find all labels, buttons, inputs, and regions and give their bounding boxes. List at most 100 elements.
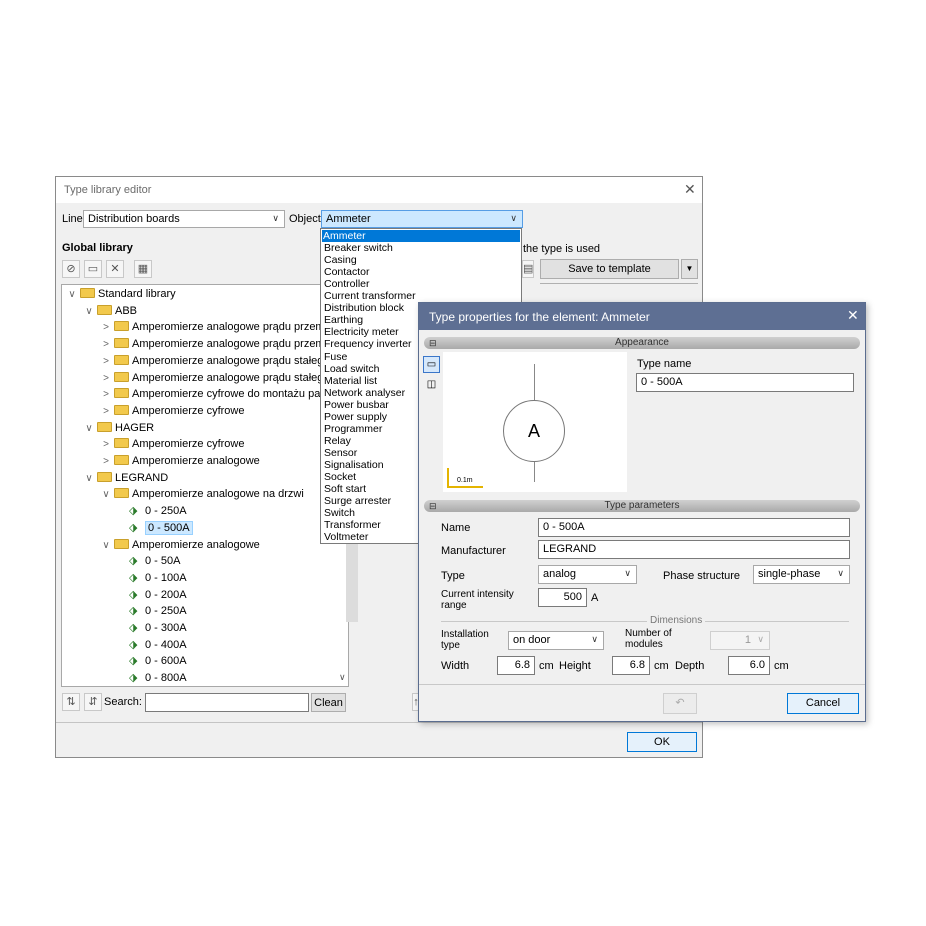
tree-folder-item[interactable]: > Amperomierze analogowe (100, 453, 260, 469)
save-to-template-button[interactable]: Save to template (540, 259, 679, 279)
close-icon[interactable]: ✕ (847, 307, 859, 324)
tree-folder-item[interactable]: ∨ Amperomierze analogowe na drzwi (100, 486, 304, 502)
collapse-icon[interactable]: ⊟ (429, 500, 437, 512)
scroll-down-icon[interactable]: ∨ (339, 672, 346, 683)
object-option[interactable]: Voltmeter (323, 531, 368, 543)
tree-type-item[interactable]: ⬗ 0 - 300A (117, 620, 187, 636)
tree-type-item[interactable]: ⬗ 0 - 100A (117, 570, 187, 586)
object-option[interactable]: Contactor (323, 266, 370, 278)
cancel-button[interactable]: Cancel (787, 693, 859, 714)
name-input[interactable]: 0 - 500A (538, 518, 850, 537)
new-folder-icon[interactable]: ▭ (84, 260, 102, 278)
object-option[interactable]: Material list (323, 375, 377, 387)
tree-folder-item[interactable]: ∨ Amperomierze analogowe (100, 537, 260, 553)
undo-icon[interactable]: ↶ (663, 693, 697, 714)
save-template-dropdown-icon[interactable]: ▼ (681, 259, 698, 279)
chevron-right-icon[interactable]: > (100, 337, 112, 353)
tree-folder-item[interactable]: > Amperomierze analogowe prądu przemienn (100, 319, 345, 335)
chevron-down-icon[interactable]: ∨ (100, 487, 112, 503)
object-option[interactable]: Electricity meter (323, 326, 399, 338)
tree-type-item[interactable]: ⬗ 0 - 250A (117, 503, 187, 519)
object-option[interactable]: Soft start (323, 483, 366, 495)
clean-button[interactable]: Clean (311, 693, 346, 712)
object-option[interactable]: Distribution block (323, 302, 404, 314)
tree-folder-item[interactable]: > Amperomierze analogowe prądu przemienn (100, 336, 345, 352)
object-option[interactable]: Network analyser (323, 387, 405, 399)
chevron-down-icon[interactable]: ∨ (83, 304, 95, 320)
tree-type-item[interactable]: ⬗ 0 - 800A (117, 670, 187, 686)
object-combobox[interactable]: Ammeter ∨ (321, 210, 523, 228)
object-option[interactable]: Transformer (323, 519, 381, 531)
object-option[interactable]: Power busbar (323, 399, 389, 411)
chevron-right-icon[interactable]: > (100, 437, 112, 453)
object-option[interactable]: Casing (323, 254, 357, 266)
tree-folder-item[interactable]: ∨ Standard library (66, 286, 176, 302)
chevron-right-icon[interactable]: > (100, 387, 112, 403)
chevron-down-icon[interactable]: ∨ (100, 538, 112, 554)
tree-folder-item[interactable]: ∨ ABB (83, 303, 137, 319)
depth-input[interactable]: 6.0 (728, 656, 770, 675)
current-range-input[interactable]: 500 (538, 588, 587, 607)
symbol-view-icon[interactable]: ▭ (423, 356, 440, 373)
object-option[interactable]: Surge arrester (323, 495, 391, 507)
object-option[interactable]: Controller (323, 278, 370, 290)
tree-folder-item[interactable]: > Amperomierze analogowe prądu stałego (100, 370, 330, 386)
modules-combobox[interactable]: 1 ∨ (710, 631, 770, 650)
object-option[interactable]: Current transformer (323, 290, 416, 302)
object-option[interactable]: Power supply (323, 411, 387, 423)
tree-type-item[interactable]: ⬗ 0 - 400A (117, 637, 187, 653)
object-option[interactable]: Switch (323, 507, 355, 519)
ok-button[interactable]: OK (627, 732, 697, 752)
search-input[interactable] (145, 693, 309, 712)
object-option[interactable]: Frequency inverter (323, 338, 412, 350)
chevron-down-icon[interactable]: ∨ (66, 287, 78, 303)
tree-folder-item[interactable]: > Amperomierze cyfrowe do montażu panelo (100, 386, 341, 402)
3d-view-icon[interactable]: ◫ (423, 377, 440, 394)
object-option[interactable]: Fuse (323, 351, 347, 363)
width-input[interactable]: 6.8 (497, 656, 535, 675)
tree-folder-item[interactable]: ∨ HAGER (83, 420, 154, 436)
chevron-right-icon[interactable]: > (100, 404, 112, 420)
tree-type-item[interactable]: ⬗ 0 - 500A (117, 520, 193, 536)
tree-type-item[interactable]: ⬗ 0 - 250A (117, 603, 187, 619)
line-combobox[interactable]: Distribution boards ∨ (83, 210, 285, 228)
object-option[interactable]: Ammeter (322, 230, 520, 242)
object-option[interactable]: Signalisation (323, 459, 384, 471)
type-combobox[interactable]: analog ∨ (538, 565, 637, 584)
properties-icon[interactable]: ▦ (134, 260, 152, 278)
chevron-right-icon[interactable]: > (100, 354, 112, 370)
tree-type-item[interactable]: ⬗ 0 - 200A (117, 587, 187, 603)
manufacturer-input[interactable]: LEGRAND (538, 540, 850, 559)
object-option[interactable]: Socket (323, 471, 356, 483)
delete-icon[interactable]: ✕ (106, 260, 124, 278)
installation-type-combobox[interactable]: on door ∨ (508, 631, 604, 650)
phase-structure-combobox[interactable]: single-phase ∨ (753, 565, 850, 584)
sort-asc-icon[interactable]: ⇅ (62, 693, 80, 711)
chevron-down-icon[interactable]: ∨ (83, 471, 95, 487)
object-option[interactable]: Load switch (323, 363, 379, 375)
tree-folder-item[interactable]: > Amperomierze cyfrowe (100, 403, 244, 419)
collapse-icon[interactable]: ⊟ (429, 337, 437, 349)
tree-type-item[interactable]: ⬗ 0 - 50A (117, 553, 180, 569)
chevron-right-icon[interactable]: > (100, 320, 112, 336)
library-tree[interactable]: ∨ Standard library ∨ ABB > Amperomierze analo… (61, 284, 349, 687)
object-option[interactable]: Programmer (323, 423, 382, 435)
tree-folder-item[interactable]: > Amperomierze cyfrowe (100, 436, 244, 452)
checklist-icon[interactable]: ▤ (522, 260, 534, 278)
appearance-section-bar[interactable]: ⊟ Appearance (424, 337, 860, 349)
object-option[interactable]: Relay (323, 435, 351, 447)
object-option[interactable]: Sensor (323, 447, 357, 459)
chevron-right-icon[interactable]: > (100, 454, 112, 470)
type-name-input[interactable]: 0 - 500A (636, 373, 854, 392)
type-parameters-section-bar[interactable]: ⊟ Type parameters (424, 500, 860, 512)
chevron-right-icon[interactable]: > (100, 371, 112, 387)
object-option[interactable]: Earthing (323, 314, 363, 326)
close-icon[interactable]: ✕ (684, 181, 696, 198)
tree-folder-item[interactable]: > Amperomierze analogowe prądu stałego d (100, 353, 339, 369)
chevron-down-icon[interactable]: ∨ (83, 421, 95, 437)
add-type-icon[interactable]: ⊘ (62, 260, 80, 278)
height-input[interactable]: 6.8 (612, 656, 650, 675)
tree-type-item[interactable]: ⬗ 0 - 600A (117, 653, 187, 669)
sort-desc-icon[interactable]: ⇵ (84, 693, 102, 711)
tree-folder-item[interactable]: ∨ LEGRAND (83, 470, 168, 486)
